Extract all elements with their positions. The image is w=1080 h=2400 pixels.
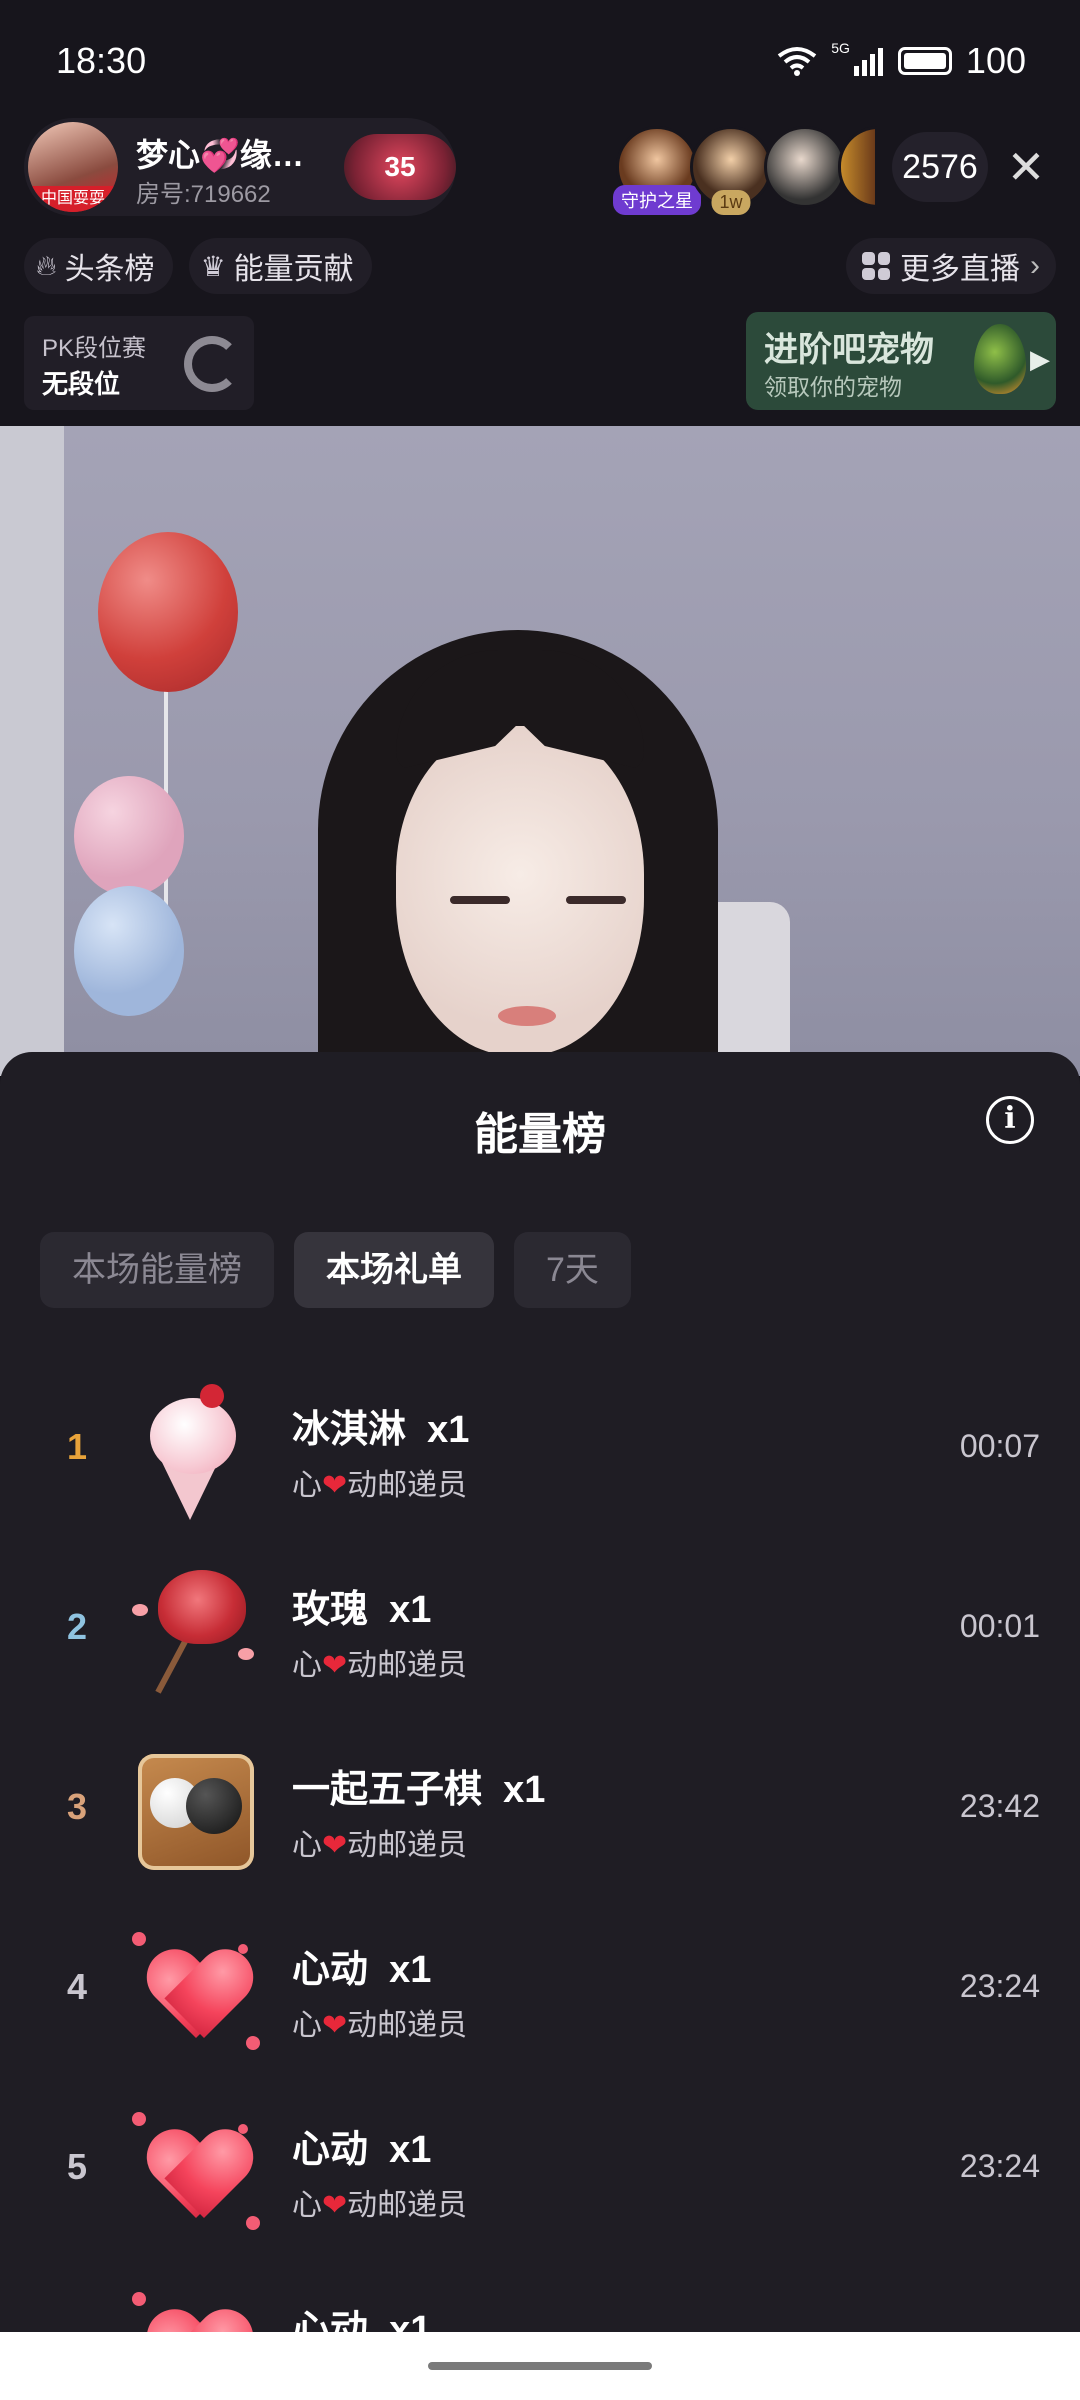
viewer-count[interactable]: 2576 [892,132,988,202]
gift-name: 玫瑰 x1 [292,1589,432,1631]
close-icon[interactable]: ✕ [996,140,1056,194]
grid-icon [862,252,890,280]
flame-icon: 🔥︎ [36,249,57,281]
live-header: 18:30 5G 100 中国耍耍 梦心💞缘… 房号:719662 35 守护之… [0,0,1080,426]
signal-icon [853,48,883,76]
battery-icon [897,47,952,75]
rank-number: 1 [66,1426,88,1467]
sender-name: 心❤动邮递员 [292,1649,468,1682]
energy-rank-sheet: 能量榜 i 本场能量榜 本场礼单 7天 1 冰淇淋 x1 心❤动邮递员 00:0… [0,1052,1080,2332]
contribution-badge: 1w [711,190,751,215]
gift-name: 心动 x1 [292,1949,432,1991]
tab-gift-list[interactable]: 本场礼单 [294,1232,494,1308]
swirl-icon [184,336,240,392]
gift-time: 23:42 [959,1788,1040,1824]
headline-rank-button[interactable]: 🔥︎ 头条榜 [24,238,173,294]
gift-name: 一起五子棋 x1 [292,1769,546,1811]
list-item[interactable]: 1 冰淇淋 x1 心❤动邮递员 00:07 [0,1362,1080,1542]
sender-name: 心❤动邮递员 [292,2009,468,2042]
list-item[interactable]: 2 玫瑰 x1 心❤动邮递员 00:01 [0,1542,1080,1722]
pet-banner-title: 进阶吧宠物 [764,331,934,369]
rank-number: 5 [66,2146,88,2187]
heart-emoji-icon: ❤ [322,1469,348,1502]
more-live-button[interactable]: 更多直播 › [846,238,1056,294]
red-balloon [98,532,238,692]
lips [498,1006,556,1026]
energy-contribution-label: 能量贡献 [233,253,354,286]
rank-number: 2 [66,1606,88,1647]
rose-icon [128,1564,264,1700]
sheet-tabs: 本场能量榜 本场礼单 7天 [40,1232,631,1308]
chevron-right-icon: › [1030,249,1040,282]
right-eye [566,896,626,904]
rank-number: 3 [66,1786,88,1827]
heart-icon [128,2284,264,2332]
energy-contribution-button[interactable]: ♛ 能量贡献 [188,238,372,294]
status-time: 18:30 [56,40,147,81]
gift-name: 心动 x1 [292,2309,432,2332]
ice-cream-icon [128,1384,264,1520]
rank-chips: 🔥︎ 头条榜 ♛ 能量贡献 [24,238,372,294]
tab-7-days[interactable]: 7天 [514,1232,631,1308]
guardian-badge: 守护之星 [613,185,701,215]
egg-icon [974,324,1026,394]
rank-number: 4 [66,1966,88,2007]
battery-level: 100 [965,40,1026,81]
gift-name: 冰淇淋 x1 [292,1409,470,1451]
viewer-avatar[interactable]: 1w [690,126,772,215]
viewer-avatar[interactable] [838,126,878,208]
pet-banner[interactable]: 进阶吧宠物 领取你的宠物 ▶ [746,312,1056,410]
network-label: 5G [831,40,850,56]
heart-emoji-icon: ❤ [322,1829,348,1862]
status-icons: 5G 100 [777,40,1026,82]
pk-title: PK段位赛 [42,335,147,362]
host-card[interactable]: 中国耍耍 梦心💞缘… 房号:719662 35 [24,118,456,216]
home-indicator[interactable] [428,2362,652,2370]
gomoku-icon [128,1744,264,1880]
pk-rank: 无段位 [42,369,121,399]
info-icon[interactable]: i [986,1096,1034,1144]
sender-name: 心❤动邮递员 [292,2189,468,2222]
heart-emoji-icon: ❤ [322,2009,348,2042]
navigation-bar [0,2332,1080,2400]
heart-icon [128,1924,264,2060]
host-level-badge[interactable]: 35 [344,134,456,200]
gift-time: 00:01 [959,1608,1040,1644]
viewer-avatar[interactable] [764,126,846,208]
blue-balloon [74,886,184,1016]
pet-banner-subtitle: 领取你的宠物 [764,374,902,400]
play-arrow-icon: ▶ [1030,344,1050,374]
wall [0,426,64,1076]
status-bar: 18:30 5G 100 [0,36,1080,92]
heart-emoji-icon: ❤ [322,1649,348,1682]
more-live-label: 更多直播 [900,253,1020,286]
host-name: 梦心💞缘… [136,137,304,173]
list-item[interactable]: 3 一起五子棋 x1 心❤动邮递员 23:42 [0,1722,1080,1902]
pink-balloon [74,776,184,896]
pk-rank-card[interactable]: PK段位赛 无段位 [24,316,254,410]
wifi-icon [778,47,817,76]
list-item[interactable]: 5 心动 x1 心❤动邮递员 23:24 [0,2082,1080,2262]
sender-name: 心❤动邮递员 [292,1829,468,1862]
gift-time: 00:07 [959,1428,1040,1464]
gift-time: 23:24 [959,1968,1040,2004]
room-id: 房号:719662 [136,181,271,208]
list-item[interactable]: 4 心动 x1 心❤动邮递员 23:24 [0,1902,1080,2082]
tab-energy-rank[interactable]: 本场能量榜 [40,1232,274,1308]
sheet-title: 能量榜 [474,1110,606,1159]
sender-name: 心❤动邮递员 [292,1469,468,1502]
viewer-strip: 守护之星 1w 2576 ✕ [613,118,1056,216]
live-video[interactable] [0,426,1080,1076]
headline-rank-label: 头条榜 [64,253,155,286]
list-item[interactable]: 心动 x1 [0,2262,1080,2332]
left-eye [450,896,510,904]
heart-emoji-icon: ❤ [322,2189,348,2222]
crown-icon: ♛ [200,250,226,282]
gift-time: 23:24 [959,2148,1040,2184]
gift-name: 心动 x1 [292,2129,432,2171]
heart-icon [128,2104,264,2240]
host-avatar[interactable]: 中国耍耍 [28,122,118,212]
viewer-avatar[interactable]: 守护之星 [613,126,701,215]
avatar-flag: 中国耍耍 [28,186,118,212]
